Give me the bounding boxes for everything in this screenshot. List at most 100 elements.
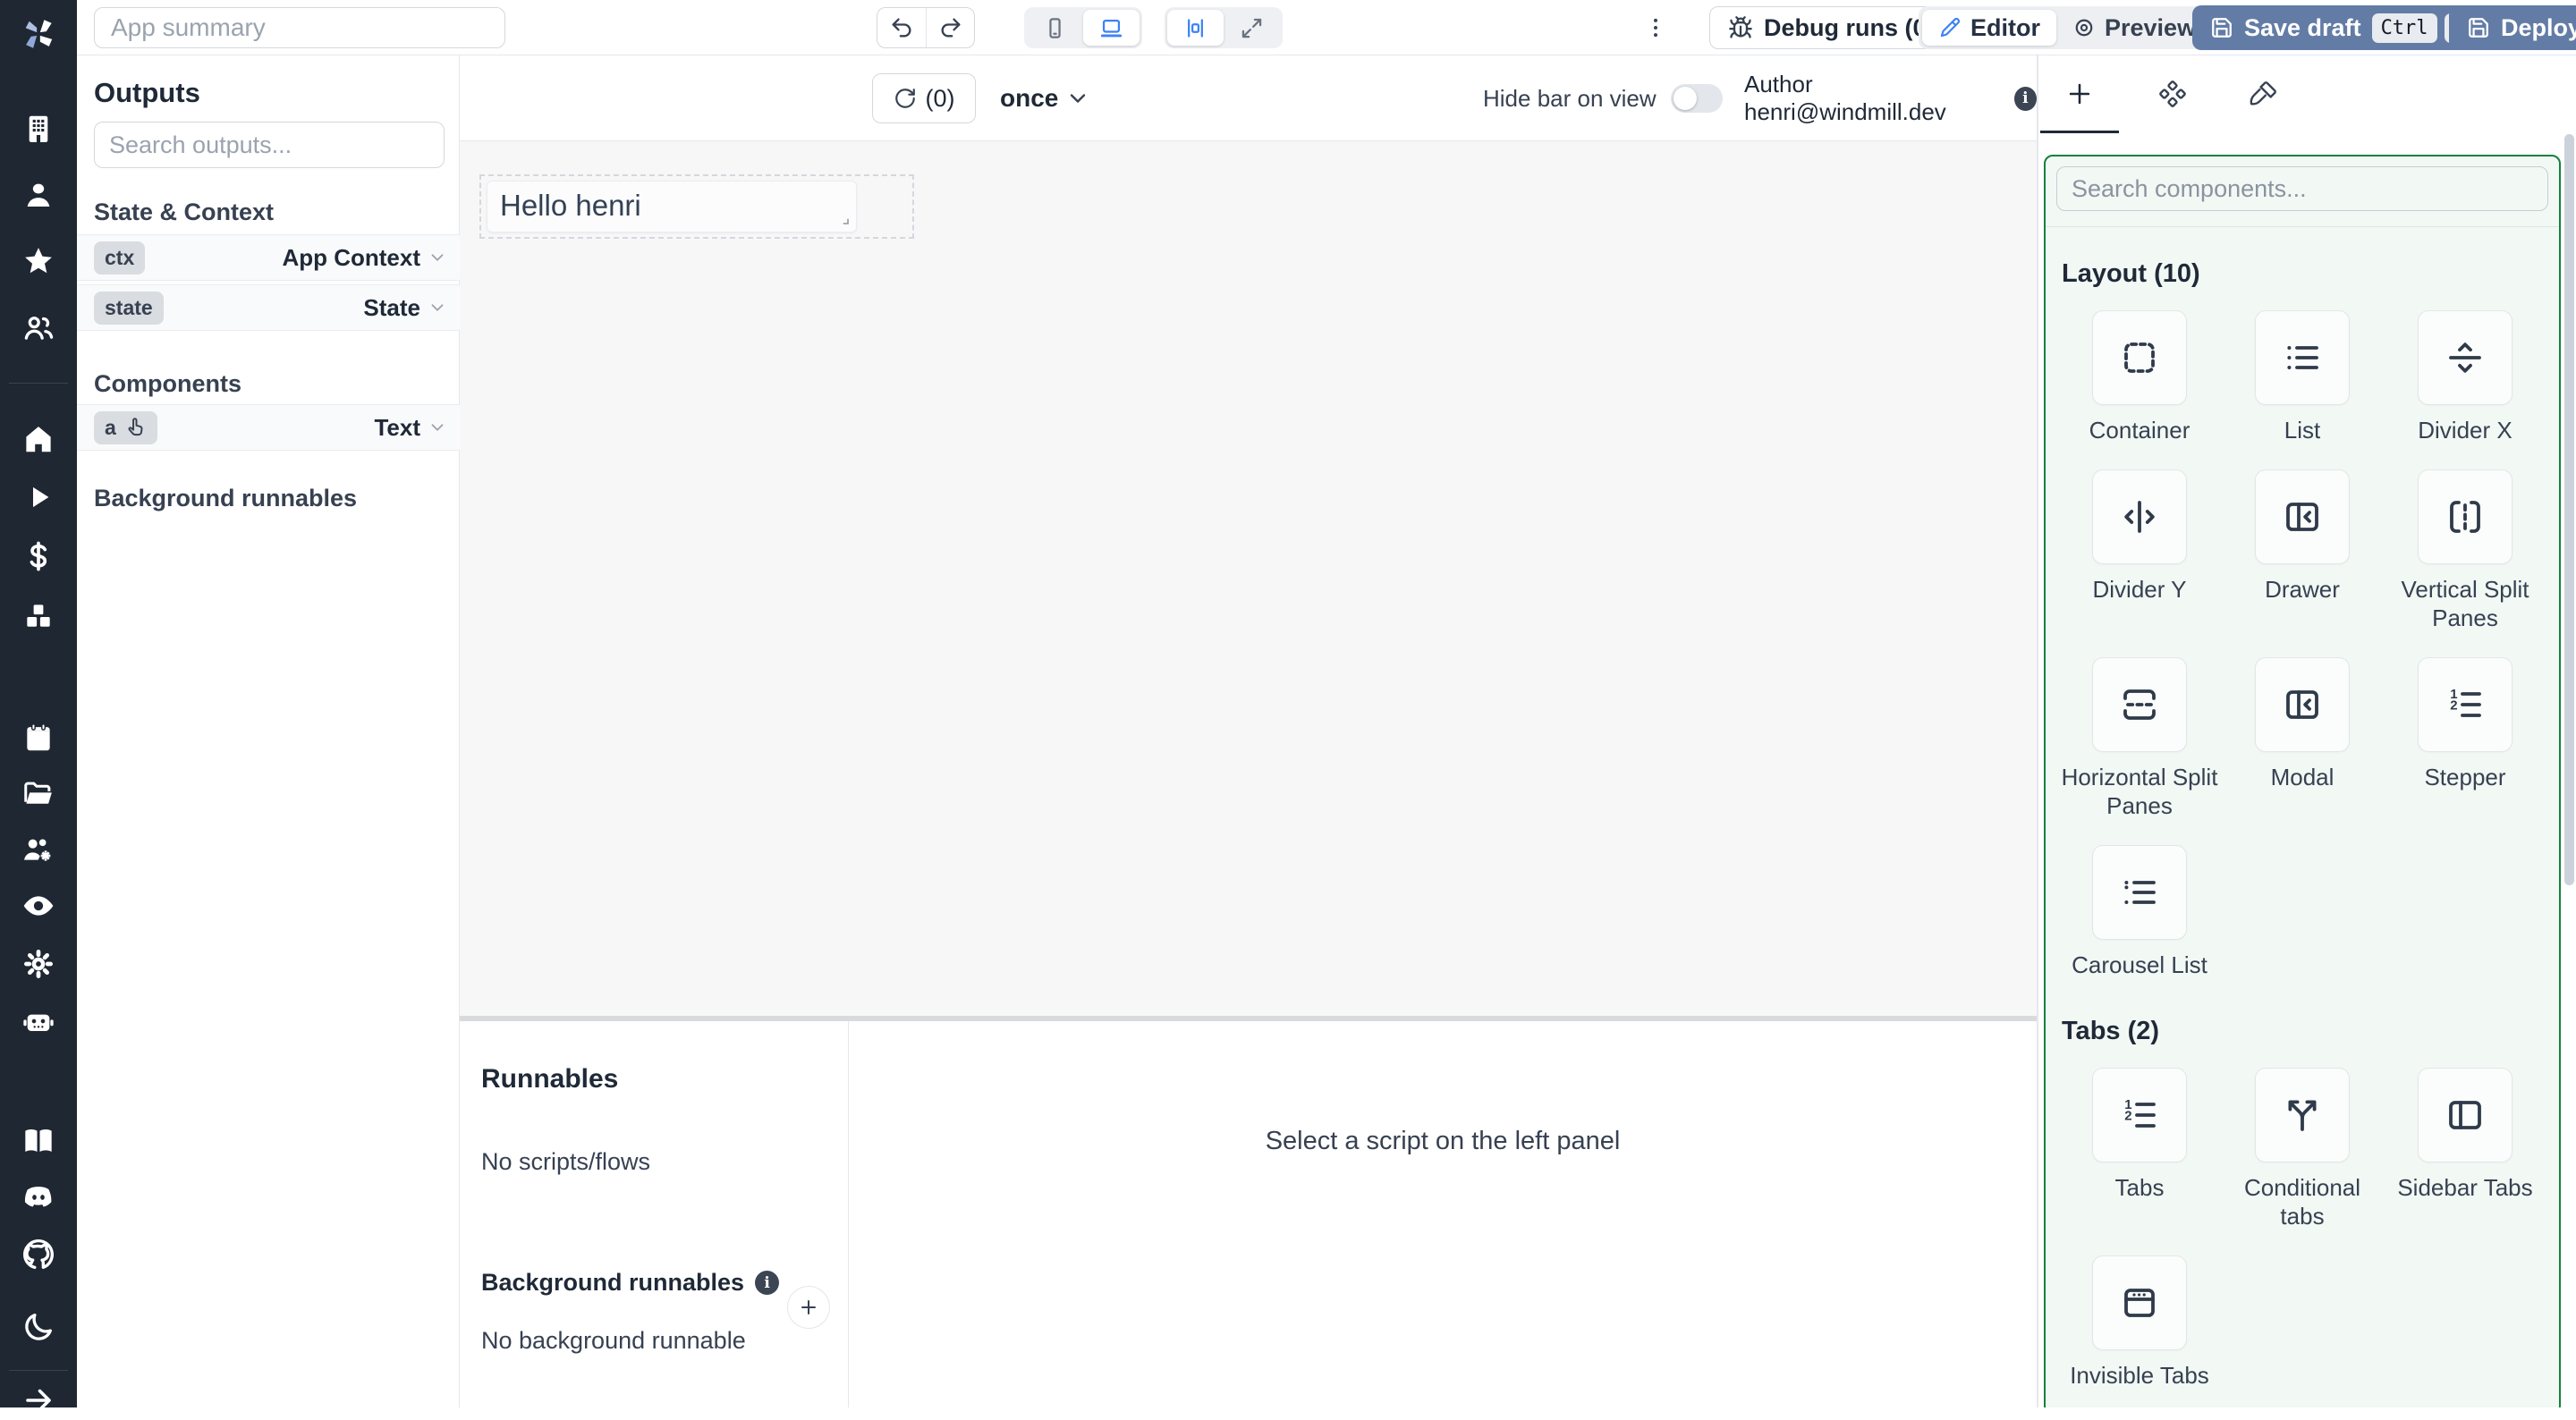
- cubes-icon[interactable]: [0, 597, 77, 637]
- insert-component-tab[interactable]: [2044, 55, 2115, 131]
- divider-y-icon: [2092, 469, 2187, 564]
- center-align-button[interactable]: [1167, 10, 1224, 46]
- debug-runs-button[interactable]: Debug runs (0): [1709, 6, 1953, 49]
- robot-icon[interactable]: [0, 1002, 77, 1042]
- text-component[interactable]: Hello henri: [487, 181, 857, 232]
- refresh-mode-dropdown[interactable]: once: [1000, 55, 1089, 141]
- component-card-tabs[interactable]: 12 Tabs: [2058, 1068, 2221, 1230]
- search-components-input[interactable]: [2056, 166, 2548, 211]
- component-card-divider-x[interactable]: Divider X: [2384, 310, 2546, 444]
- chevron-down-icon: [428, 248, 447, 267]
- plus-icon: [798, 1297, 819, 1318]
- state-context-title: State & Context: [94, 199, 274, 226]
- hide-bar-label: Hide bar on view: [1483, 85, 1657, 113]
- preview-tab[interactable]: Preview: [2056, 10, 2212, 46]
- building-icon[interactable]: [0, 109, 77, 148]
- moon-icon[interactable]: [0, 1307, 77, 1347]
- fullscreen-button[interactable]: [1224, 10, 1280, 46]
- resize-handle-icon[interactable]: [837, 213, 853, 229]
- app-summary-input[interactable]: [94, 7, 505, 48]
- users-gear-icon[interactable]: [0, 831, 77, 870]
- grid-cell: Hello henri: [479, 174, 914, 239]
- deploy-button[interactable]: Deploy: [2449, 5, 2576, 50]
- preview-icon: [2072, 16, 2096, 39]
- desktop-icon: [1099, 16, 1123, 40]
- refresh-icon: [894, 87, 917, 110]
- sidebar-divider: [9, 1370, 68, 1371]
- output-row-state[interactable]: state State: [77, 284, 460, 331]
- undo-redo-group: [877, 7, 975, 48]
- hide-bar-toggle[interactable]: [1671, 84, 1723, 113]
- component-card-label: Carousel List: [2072, 951, 2207, 979]
- canvas-toolbar: (0) once Hide bar on view Author henri@w…: [460, 55, 2037, 141]
- component-card-invisible-tabs[interactable]: Invisible Tabs: [2058, 1255, 2221, 1390]
- output-row-ctx[interactable]: ctx App Context: [77, 234, 460, 281]
- save-icon: [2467, 16, 2490, 39]
- users-icon[interactable]: [0, 309, 77, 348]
- component-card-horizontal-split[interactable]: Horizontal Split Panes: [2058, 657, 2221, 820]
- search-outputs-input[interactable]: [94, 122, 445, 168]
- runnables-panel: Runnables No scripts/flows Background ru…: [460, 1021, 849, 1407]
- component-card-conditional-tabs[interactable]: Conditional tabs: [2221, 1068, 2384, 1230]
- dollar-icon[interactable]: [0, 537, 77, 576]
- settings-components-tab[interactable]: [2137, 55, 2208, 131]
- arrow-right-icon[interactable]: [0, 1381, 77, 1420]
- github-icon[interactable]: [0, 1235, 77, 1274]
- component-card-container[interactable]: Container: [2058, 310, 2221, 444]
- main-sidebar: [0, 0, 77, 1407]
- mobile-view-button[interactable]: [1027, 10, 1083, 46]
- calendar-icon[interactable]: [0, 718, 77, 757]
- component-card-stepper[interactable]: 12 Stepper: [2384, 657, 2546, 820]
- book-icon[interactable]: [0, 1121, 77, 1161]
- discord-icon[interactable]: [0, 1178, 77, 1217]
- undo-button[interactable]: [877, 8, 926, 47]
- tabs-icon: 12: [2092, 1068, 2187, 1162]
- component-card-carousel-list[interactable]: Carousel List: [2058, 845, 2221, 979]
- gear-icon[interactable]: [0, 944, 77, 984]
- component-card-divider-y[interactable]: Divider Y: [2058, 469, 2221, 632]
- drawer-icon: [2255, 469, 2350, 564]
- desktop-view-button[interactable]: [1083, 10, 1140, 46]
- folder-open-icon[interactable]: [0, 774, 77, 814]
- component-card-list[interactable]: List: [2221, 310, 2384, 444]
- info-icon[interactable]: i: [755, 1271, 779, 1295]
- star-icon[interactable]: [0, 241, 77, 281]
- svg-text:2: 2: [2450, 698, 2457, 714]
- scrollbar-thumb[interactable]: [2564, 134, 2574, 885]
- chevron-down-icon: [428, 298, 447, 317]
- redo-button[interactable]: [926, 8, 974, 47]
- refresh-mode-label: once: [1000, 84, 1058, 113]
- save-draft-button[interactable]: Save draft CtrlS: [2192, 5, 2492, 50]
- outputs-title: Outputs: [94, 77, 200, 109]
- info-icon[interactable]: i: [2014, 87, 2037, 111]
- component-card-vertical-split[interactable]: Vertical Split Panes: [2384, 469, 2546, 632]
- refresh-button[interactable]: (0): [872, 73, 976, 123]
- home-icon[interactable]: [0, 419, 77, 459]
- paintbrush-icon: [2249, 79, 2279, 109]
- theme-tab[interactable]: [2228, 55, 2300, 131]
- author-label: Author henri@windmill.dev: [1744, 71, 2004, 126]
- text-row-label: Text: [374, 414, 420, 442]
- active-tab-underline: [2040, 131, 2119, 133]
- component-card-modal[interactable]: Modal: [2221, 657, 2384, 820]
- component-card-sidebar-tabs[interactable]: Sidebar Tabs: [2384, 1068, 2546, 1230]
- component-card-label: Horizontal Split Panes: [2061, 763, 2218, 820]
- ctx-badge: ctx: [94, 241, 145, 275]
- layout-toggle-group: [1165, 7, 1283, 48]
- component-card-label: List: [2284, 416, 2320, 444]
- windmill-logo[interactable]: [0, 14, 77, 54]
- conditional-tabs-icon: [2255, 1068, 2350, 1162]
- component-card-drawer[interactable]: Drawer: [2221, 469, 2384, 632]
- app-canvas[interactable]: Hello henri: [460, 141, 2037, 1016]
- section-title-tabs: Tabs (2): [2062, 1017, 2543, 1046]
- editor-tab[interactable]: Editor: [1922, 10, 2056, 46]
- add-background-runnable-button[interactable]: [787, 1286, 830, 1329]
- play-icon[interactable]: [0, 478, 77, 517]
- output-row-a[interactable]: a Text: [77, 404, 460, 451]
- eye-icon[interactable]: [0, 886, 77, 926]
- pencil-icon: [1938, 16, 1962, 39]
- user-icon[interactable]: [0, 175, 77, 215]
- author-info: Author henri@windmill.dev i: [1744, 55, 2037, 141]
- more-menu-button[interactable]: [1639, 11, 1673, 45]
- chevron-down-icon: [428, 418, 447, 437]
